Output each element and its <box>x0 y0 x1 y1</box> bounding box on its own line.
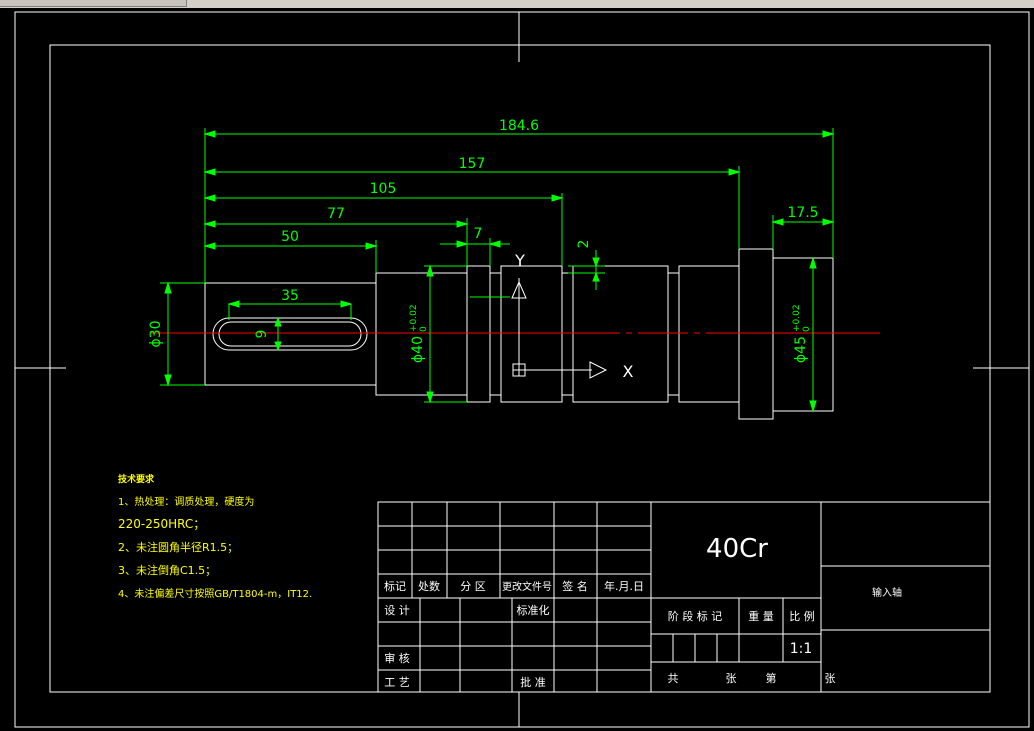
material: 40Cr <box>706 534 768 564</box>
notes-item-5: 4、未注偏差尺寸按照GB/T1804-m，IT12. <box>118 587 312 600</box>
dim-key-length: 35 <box>281 288 299 304</box>
rev-header-date: 年.月.日 <box>604 579 644 593</box>
dim-105: 105 <box>370 181 397 197</box>
shaft-seg-groove1 <box>489 272 502 396</box>
cad-drawing-canvas[interactable]: 184.6 157 105 77 50 7 17.5 35 2 9 ϕ30 ϕ4… <box>0 0 1034 731</box>
technical-notes: 技术要求 1、热处理：调质处理，硬度为 220-250HRC； 2、未注圆角半径… <box>118 473 312 600</box>
dim-dia30: ϕ30 <box>148 320 164 347</box>
dim-50: 50 <box>281 229 299 245</box>
notes-item-3: 2、未注圆角半径R1.5； <box>118 540 238 554</box>
dim-7: 7 <box>474 226 483 242</box>
label-scale: 比 例 <box>789 609 815 623</box>
label-sheet-no: 第 <box>766 671 777 685</box>
dimension-lines <box>160 128 835 413</box>
label-approve: 批 准 <box>520 675 546 689</box>
rev-header-count: 处数 <box>418 580 440 593</box>
part-name: 输入轴 <box>872 586 902 599</box>
notes-item-1: 1、热处理：调质处理，硬度为 <box>118 495 254 508</box>
ucs-x-label: X <box>623 362 634 381</box>
dim-dia40-tol-lower: 0 <box>419 326 429 332</box>
shaft-seg-collar <box>738 248 774 420</box>
label-sheet-unit: 张 <box>825 672 836 685</box>
shaft-seg-d45 <box>772 257 834 412</box>
rev-header-zone: 分 区 <box>460 580 486 593</box>
ucs-y-label: Y <box>514 251 525 270</box>
title-block-text: 40Cr 输入轴 1:1 标记 处数 分 区 更改文件号 签 名 年.月.日 设… <box>384 534 902 689</box>
label-stage-mark: 阶 段 标 记 <box>668 609 723 623</box>
label-total: 共 <box>668 672 679 685</box>
dim-77: 77 <box>327 206 345 222</box>
shaft-seg-groove3 <box>667 272 680 396</box>
shaft-seg-d40 <box>375 272 468 396</box>
dim-dia40: ϕ40 <box>410 336 426 363</box>
dim-17-5: 17.5 <box>787 205 818 221</box>
keyway-outer <box>212 317 368 351</box>
dim-dia45: ϕ45 <box>793 336 809 363</box>
dim-key-width: 9 <box>254 330 270 339</box>
scale-value: 1:1 <box>790 641 813 657</box>
shaft-seg-mid <box>572 265 669 403</box>
dim-dia45-tol-upper: +0.02 <box>792 304 802 332</box>
notes-title: 技术要求 <box>118 473 155 485</box>
notes-item-4: 3、未注倒角C1.5； <box>118 563 216 577</box>
keyway-inner <box>218 321 362 347</box>
rev-header-mark: 标记 <box>384 579 406 593</box>
shaft-seg-body <box>678 265 740 403</box>
label-process: 工 艺 <box>384 676 410 689</box>
notes-item-2: 220-250HRC； <box>118 517 205 531</box>
shaft-seg-groove2 <box>561 272 574 396</box>
label-standard: 标准化 <box>517 603 550 617</box>
shaft-seg-bearing <box>500 265 563 403</box>
label-sheets: 张 <box>726 672 737 685</box>
shaft-seg-shoulder1 <box>466 265 491 403</box>
dim-overall-length: 184.6 <box>499 118 539 134</box>
label-weight: 重 量 <box>748 609 774 623</box>
dim-dia45-tol-lower: 0 <box>802 326 812 332</box>
dim-157: 157 <box>459 156 486 172</box>
label-review: 审 核 <box>384 651 410 665</box>
label-design: 设 计 <box>384 604 410 617</box>
dim-dia40-tol-upper: +0.02 <box>409 304 419 332</box>
dim-2: 2 <box>576 240 592 249</box>
rev-header-doc: 更改文件号 <box>502 580 552 593</box>
rev-header-sign: 签 名 <box>562 579 588 593</box>
ucs-icon <box>511 278 608 379</box>
